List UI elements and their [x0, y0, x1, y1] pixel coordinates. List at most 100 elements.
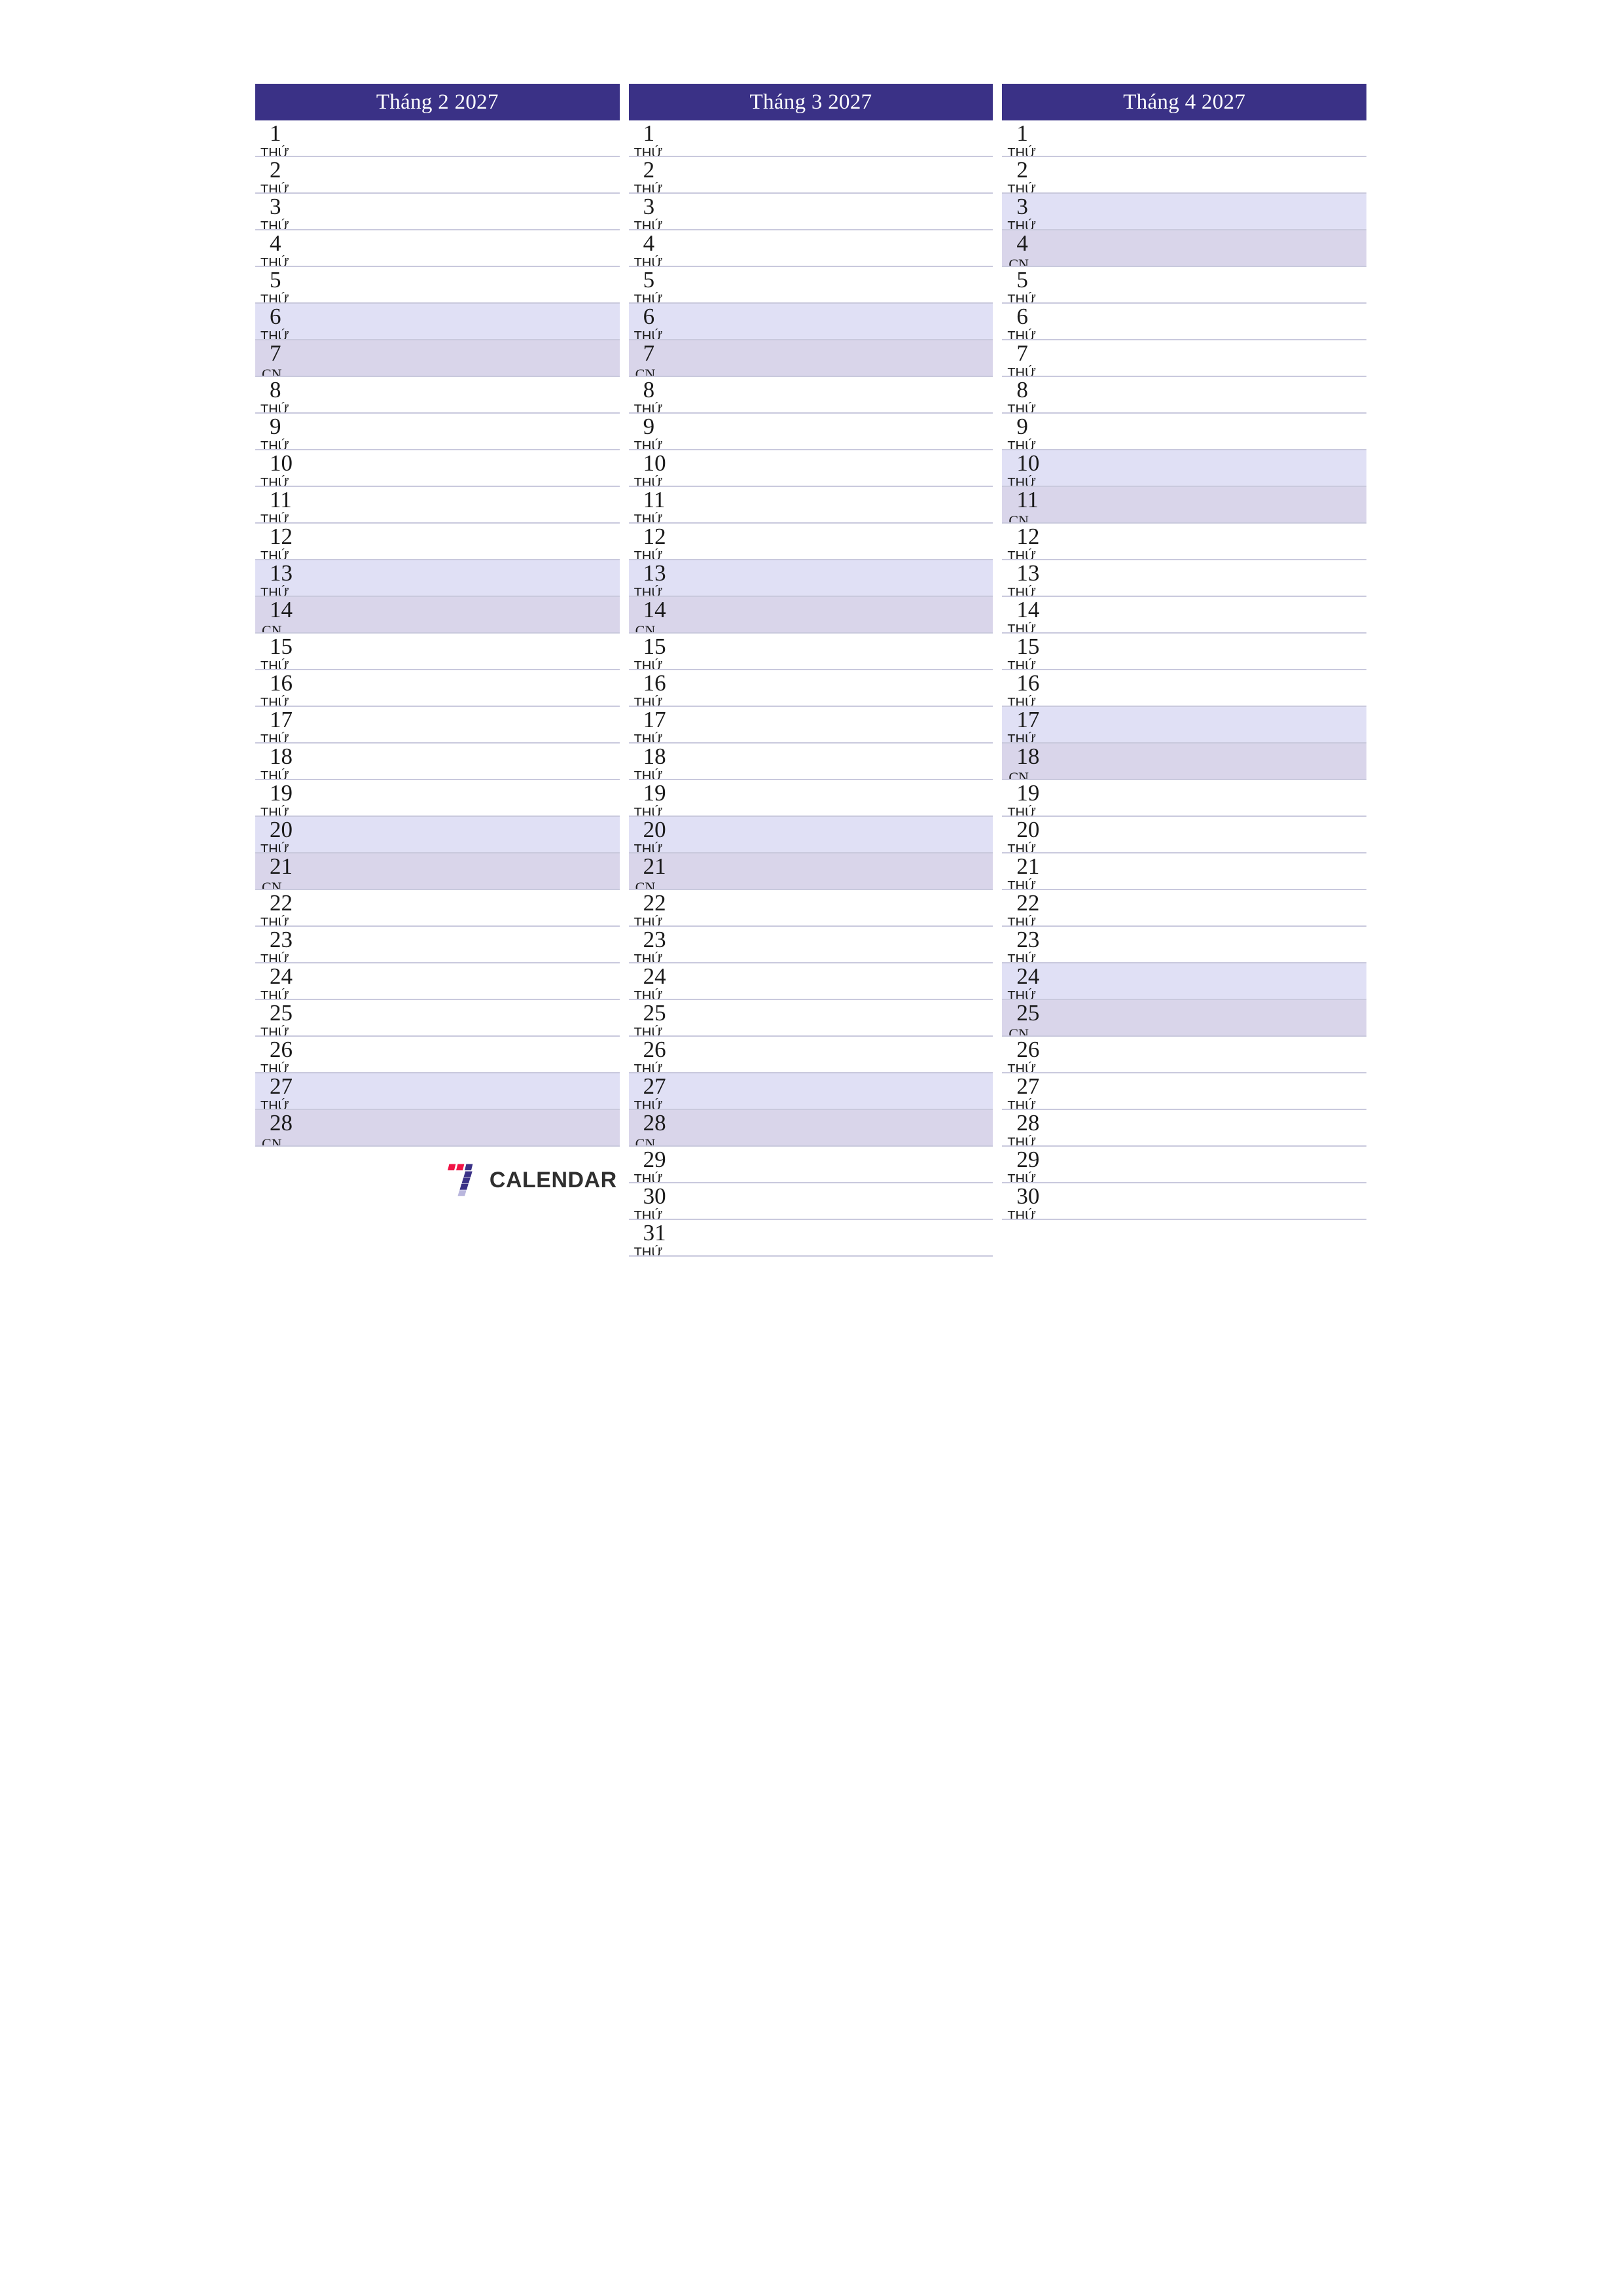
day-row[interactable]: 6THỨ7: [628, 304, 993, 340]
day-label-stack: 3THỨ4: [629, 195, 707, 229]
day-row[interactable]: 4 CN: [1002, 230, 1367, 267]
day-row[interactable]: 17THỨ7: [1002, 707, 1367, 744]
day-row[interactable]: 31THỨ4: [628, 1220, 993, 1257]
day-row[interactable]: 23THỨ3: [628, 927, 993, 963]
day-row[interactable]: 3THỨ4: [255, 194, 620, 230]
day-row[interactable]: 14 CN: [628, 597, 993, 634]
day-row[interactable]: 24THỨ4: [255, 963, 620, 1000]
day-row[interactable]: 13THỨ7: [628, 560, 993, 597]
day-row[interactable]: 27THỨ7: [628, 1073, 993, 1110]
day-row[interactable]: 3THỨ4: [628, 194, 993, 230]
day-row[interactable]: 14 CN: [255, 597, 620, 634]
day-row[interactable]: 5THỨ6: [255, 267, 620, 304]
weekday-label: THỨ: [1007, 403, 1037, 414]
day-row[interactable]: 18THỨ5: [255, 744, 620, 780]
day-row[interactable]: 28 CN: [628, 1110, 993, 1147]
day-row[interactable]: 2THỨ3: [628, 157, 993, 194]
day-row[interactable]: 19THỨ2: [1002, 780, 1367, 817]
day-row[interactable]: 27THỨ3: [1002, 1073, 1367, 1110]
day-row[interactable]: 8THỨ2: [255, 377, 620, 414]
day-row[interactable]: 26THỨ6: [255, 1037, 620, 1073]
day-row[interactable]: 29THỨ2: [628, 1147, 993, 1183]
day-row[interactable]: 10THỨ7: [1002, 450, 1367, 487]
day-row[interactable]: 21 CN: [628, 853, 993, 890]
day-row[interactable]: 9THỨ6: [1002, 414, 1367, 450]
day-row[interactable]: 25THỨ5: [628, 1000, 993, 1037]
day-row[interactable]: 8THỨ2: [628, 377, 993, 414]
day-row[interactable]: 25 CN: [1002, 1000, 1367, 1037]
day-row[interactable]: 30THỨ3: [628, 1183, 993, 1220]
day-row[interactable]: 4THỨ5: [628, 230, 993, 267]
day-row[interactable]: 12THỨ6: [255, 524, 620, 560]
day-row[interactable]: 26THỨ2: [1002, 1037, 1367, 1073]
day-row[interactable]: 24THỨ7: [1002, 963, 1367, 1000]
day-row[interactable]: 20THỨ7: [628, 817, 993, 853]
day-row[interactable]: 7THỨ4: [1002, 340, 1367, 377]
day-row[interactable]: 10THỨ4: [255, 450, 620, 487]
day-row[interactable]: 13THỨ3: [1002, 560, 1367, 597]
day-row[interactable]: 15THỨ2: [628, 634, 993, 670]
day-row[interactable]: 11 CN: [1002, 487, 1367, 524]
day-row[interactable]: 28THỨ4: [1002, 1110, 1367, 1147]
day-row[interactable]: 2THỨ6: [1002, 157, 1367, 194]
day-row[interactable]: 26THỨ6: [628, 1037, 993, 1073]
day-row[interactable]: 22THỨ2: [255, 890, 620, 927]
day-row[interactable]: 21 CN: [255, 853, 620, 890]
day-row[interactable]: 7 CN: [255, 340, 620, 377]
day-row[interactable]: 16THỨ3: [628, 670, 993, 707]
day-row[interactable]: 18THỨ5: [628, 744, 993, 780]
day-number: 26: [270, 1037, 293, 1062]
day-row[interactable]: 10THỨ4: [628, 450, 993, 487]
day-row[interactable]: 11THỨ5: [255, 487, 620, 524]
day-number: 21: [270, 853, 293, 879]
day-row[interactable]: 5THỨ2: [1002, 267, 1367, 304]
day-row[interactable]: 14THỨ4: [1002, 597, 1367, 634]
day-row[interactable]: 27THỨ7: [255, 1073, 620, 1110]
day-row[interactable]: 16THỨ6: [1002, 670, 1367, 707]
day-row[interactable]: 13THỨ7: [255, 560, 620, 597]
day-row[interactable]: 19THỨ6: [255, 780, 620, 817]
weekday-label: THỨ: [260, 329, 289, 340]
day-row[interactable]: 9THỨ3: [628, 414, 993, 450]
day-row[interactable]: 25THỨ5: [255, 1000, 620, 1037]
day-row[interactable]: 1THỨ5: [1002, 120, 1367, 157]
day-row[interactable]: 7 CN: [628, 340, 993, 377]
day-row[interactable]: 29THỨ5: [1002, 1147, 1367, 1183]
day-row[interactable]: 11THỨ5: [628, 487, 993, 524]
day-number: 26: [1016, 1037, 1040, 1062]
day-row[interactable]: 1THỨ2: [255, 120, 620, 157]
day-row[interactable]: 5THỨ6: [628, 267, 993, 304]
day-row[interactable]: 12THỨ6: [628, 524, 993, 560]
day-number: 29: [1016, 1147, 1040, 1172]
day-row[interactable]: 23THỨ6: [1002, 927, 1367, 963]
day-label-stack: 27THỨ3: [1002, 1075, 1080, 1109]
day-row[interactable]: 22THỨ2: [628, 890, 993, 927]
day-row[interactable]: 18 CN: [1002, 744, 1367, 780]
weekday-label: THỨ: [260, 183, 289, 194]
day-row[interactable]: 6THỨ7: [255, 304, 620, 340]
day-row[interactable]: 2THỨ3: [255, 157, 620, 194]
day-row[interactable]: 16THỨ3: [255, 670, 620, 707]
day-row[interactable]: 4THỨ5: [255, 230, 620, 267]
day-number: 9: [270, 414, 281, 439]
day-row[interactable]: 19THỨ6: [628, 780, 993, 817]
day-row[interactable]: 15THỨ2: [255, 634, 620, 670]
day-row[interactable]: 28 CN: [255, 1110, 620, 1147]
day-row[interactable]: 3THỨ7: [1002, 194, 1367, 230]
day-row[interactable]: 12THỨ2: [1002, 524, 1367, 560]
month-title: Tháng 3 2027: [628, 84, 993, 120]
day-row[interactable]: 20THỨ7: [255, 817, 620, 853]
day-row[interactable]: 22THỨ5: [1002, 890, 1367, 927]
day-row[interactable]: 17THỨ4: [628, 707, 993, 744]
day-row[interactable]: 23THỨ3: [255, 927, 620, 963]
day-row[interactable]: 8THỨ5: [1002, 377, 1367, 414]
day-row[interactable]: 24THỨ4: [628, 963, 993, 1000]
day-row[interactable]: 20THỨ3: [1002, 817, 1367, 853]
day-row[interactable]: 21THỨ4: [1002, 853, 1367, 890]
day-row[interactable]: 1THỨ2: [628, 120, 993, 157]
day-row[interactable]: 9THỨ3: [255, 414, 620, 450]
day-row[interactable]: 30THỨ6: [1002, 1183, 1367, 1220]
day-row[interactable]: 6THỨ3: [1002, 304, 1367, 340]
day-row[interactable]: 15THỨ5: [1002, 634, 1367, 670]
day-row[interactable]: 17THỨ4: [255, 707, 620, 744]
